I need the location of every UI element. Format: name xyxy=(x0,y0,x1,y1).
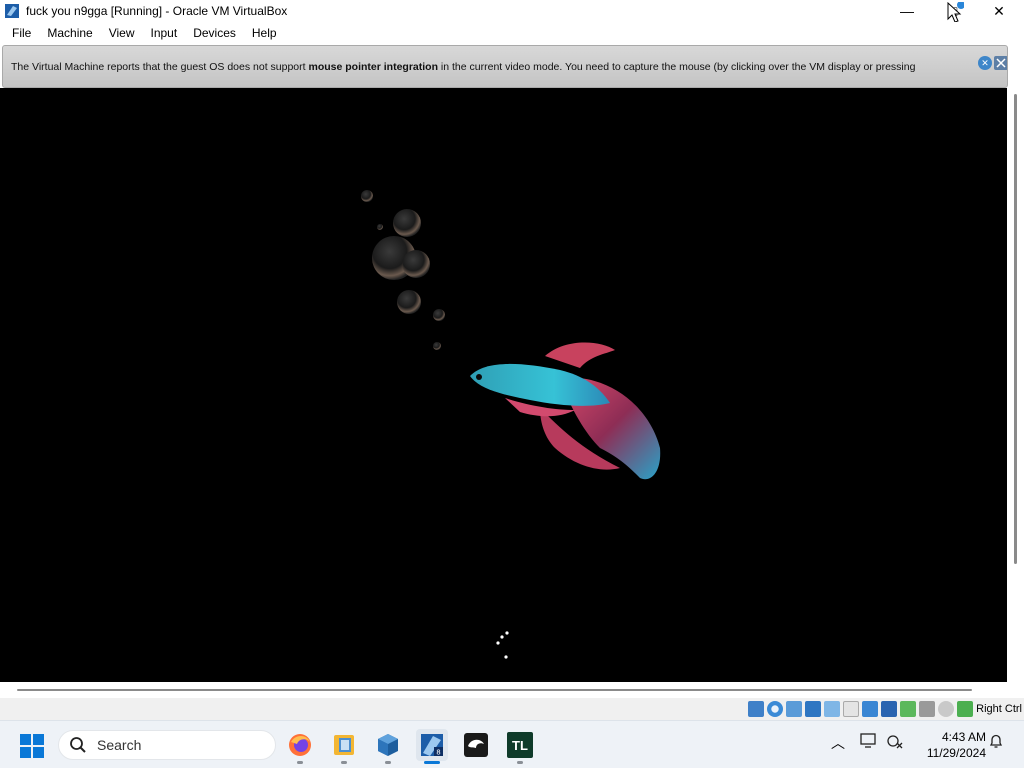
notice-close-button[interactable]: ✕ xyxy=(978,56,992,70)
search-placeholder: Search xyxy=(97,737,142,753)
mouse-cursor-icon xyxy=(947,2,964,23)
bubbles xyxy=(361,190,445,350)
taskbar-search[interactable]: Search xyxy=(58,730,276,760)
network-status-icon xyxy=(887,735,903,749)
graphics-acceleration-icon[interactable] xyxy=(900,701,917,717)
host-key-label: Right Ctrl xyxy=(976,703,1022,715)
close-icon: ✕ xyxy=(981,57,989,68)
taskbar-virtualbox-vm[interactable]: 8 xyxy=(416,729,448,764)
notice-text-bold: mouse pointer integration xyxy=(308,60,438,73)
virtualbox-app-icon xyxy=(5,4,19,18)
notice-text-suffix: in the current video mode. You need to c… xyxy=(438,60,916,73)
clock-date: 11/29/2024 xyxy=(926,746,986,760)
windows-logo-icon xyxy=(20,734,31,745)
show-hidden-icons-button[interactable]: ︿ xyxy=(831,733,845,753)
virtualbox-icon xyxy=(378,734,398,756)
host-key-icon[interactable] xyxy=(957,701,974,717)
video-capture-icon[interactable] xyxy=(881,701,898,717)
taskbar-inkscape[interactable] xyxy=(460,729,492,761)
horizontal-scrollbar[interactable] xyxy=(0,682,1008,698)
title-bar: fuck you n9gga [Running] - Oracle VM Vir… xyxy=(0,0,1024,23)
betta-fish xyxy=(470,342,661,480)
horizontal-scroll-thumb[interactable] xyxy=(17,689,972,691)
dont-show-again-icon xyxy=(996,58,1006,68)
windows-taskbar: Search 8 TL ︿ 4:43 AM 11/29/2024 xyxy=(0,720,1024,768)
firefox-icon xyxy=(289,734,311,756)
tray-display-icon[interactable] xyxy=(860,733,878,752)
inkscape-icon xyxy=(464,733,488,757)
vm-display[interactable] xyxy=(0,88,1007,682)
menu-help[interactable]: Help xyxy=(244,22,285,44)
vm-status-bar: Right Ctrl xyxy=(0,698,1024,720)
cpu-icon[interactable] xyxy=(919,701,936,717)
menu-bar: File Machine View Input Devices Help xyxy=(0,22,1024,44)
loading-spinner xyxy=(496,631,509,659)
menu-devices[interactable]: Devices xyxy=(185,22,244,44)
menu-file[interactable]: File xyxy=(4,22,39,44)
network-icon[interactable] xyxy=(805,701,822,717)
taskbar-clock[interactable]: 4:43 AM 11/29/2024 xyxy=(914,729,986,761)
close-icon: ✕ xyxy=(993,2,1005,19)
taskbar-virtualbox[interactable] xyxy=(372,729,404,764)
clock-time: 4:43 AM xyxy=(941,730,986,744)
close-button[interactable]: ✕ xyxy=(976,0,1022,22)
tray-network-icon[interactable] xyxy=(886,733,904,752)
display-settings-icon xyxy=(860,733,876,748)
maximize-button[interactable]: □ xyxy=(930,0,976,23)
menu-view[interactable]: View xyxy=(101,22,143,44)
mouse-integration-notice: The Virtual Machine reports that the gue… xyxy=(2,45,1008,88)
betta-fish-wallpaper xyxy=(361,190,661,659)
audio-icon[interactable] xyxy=(786,701,803,717)
hard-disk-icon[interactable] xyxy=(748,701,765,717)
file-manager-icon xyxy=(334,735,354,755)
shared-folders-icon[interactable] xyxy=(843,701,860,717)
notifications-button[interactable] xyxy=(988,733,1004,752)
start-button[interactable] xyxy=(20,734,44,758)
vertical-scroll-thumb[interactable] xyxy=(1014,94,1017,564)
search-icon xyxy=(70,737,86,753)
mouse-integration-icon[interactable] xyxy=(938,701,955,717)
display-icon[interactable] xyxy=(862,701,879,717)
taskbar-tl-app[interactable]: TL xyxy=(504,729,536,764)
notice-dont-show-button[interactable] xyxy=(994,56,1007,70)
virtualbox-vm-icon: 8 xyxy=(421,734,443,757)
menu-input[interactable]: Input xyxy=(143,22,186,44)
minimize-icon: — xyxy=(900,3,914,19)
taskbar-file-manager[interactable] xyxy=(328,729,360,764)
notice-text-prefix: The Virtual Machine reports that the gue… xyxy=(11,60,309,73)
usb-icon[interactable] xyxy=(824,701,841,717)
bell-icon xyxy=(989,734,1003,748)
chevron-up-icon: ︿ xyxy=(831,735,845,751)
vertical-scrollbar[interactable] xyxy=(1008,88,1024,682)
tl-app-icon: TL xyxy=(507,732,533,758)
minimize-button[interactable]: — xyxy=(884,0,930,22)
optical-drive-icon[interactable] xyxy=(767,701,784,717)
menu-machine[interactable]: Machine xyxy=(39,22,100,44)
tl-app-label: TL xyxy=(512,737,528,753)
taskbar-firefox[interactable] xyxy=(284,729,316,764)
svg-text:8: 8 xyxy=(436,749,440,757)
window-title: fuck you n9gga [Running] - Oracle VM Vir… xyxy=(26,4,288,18)
